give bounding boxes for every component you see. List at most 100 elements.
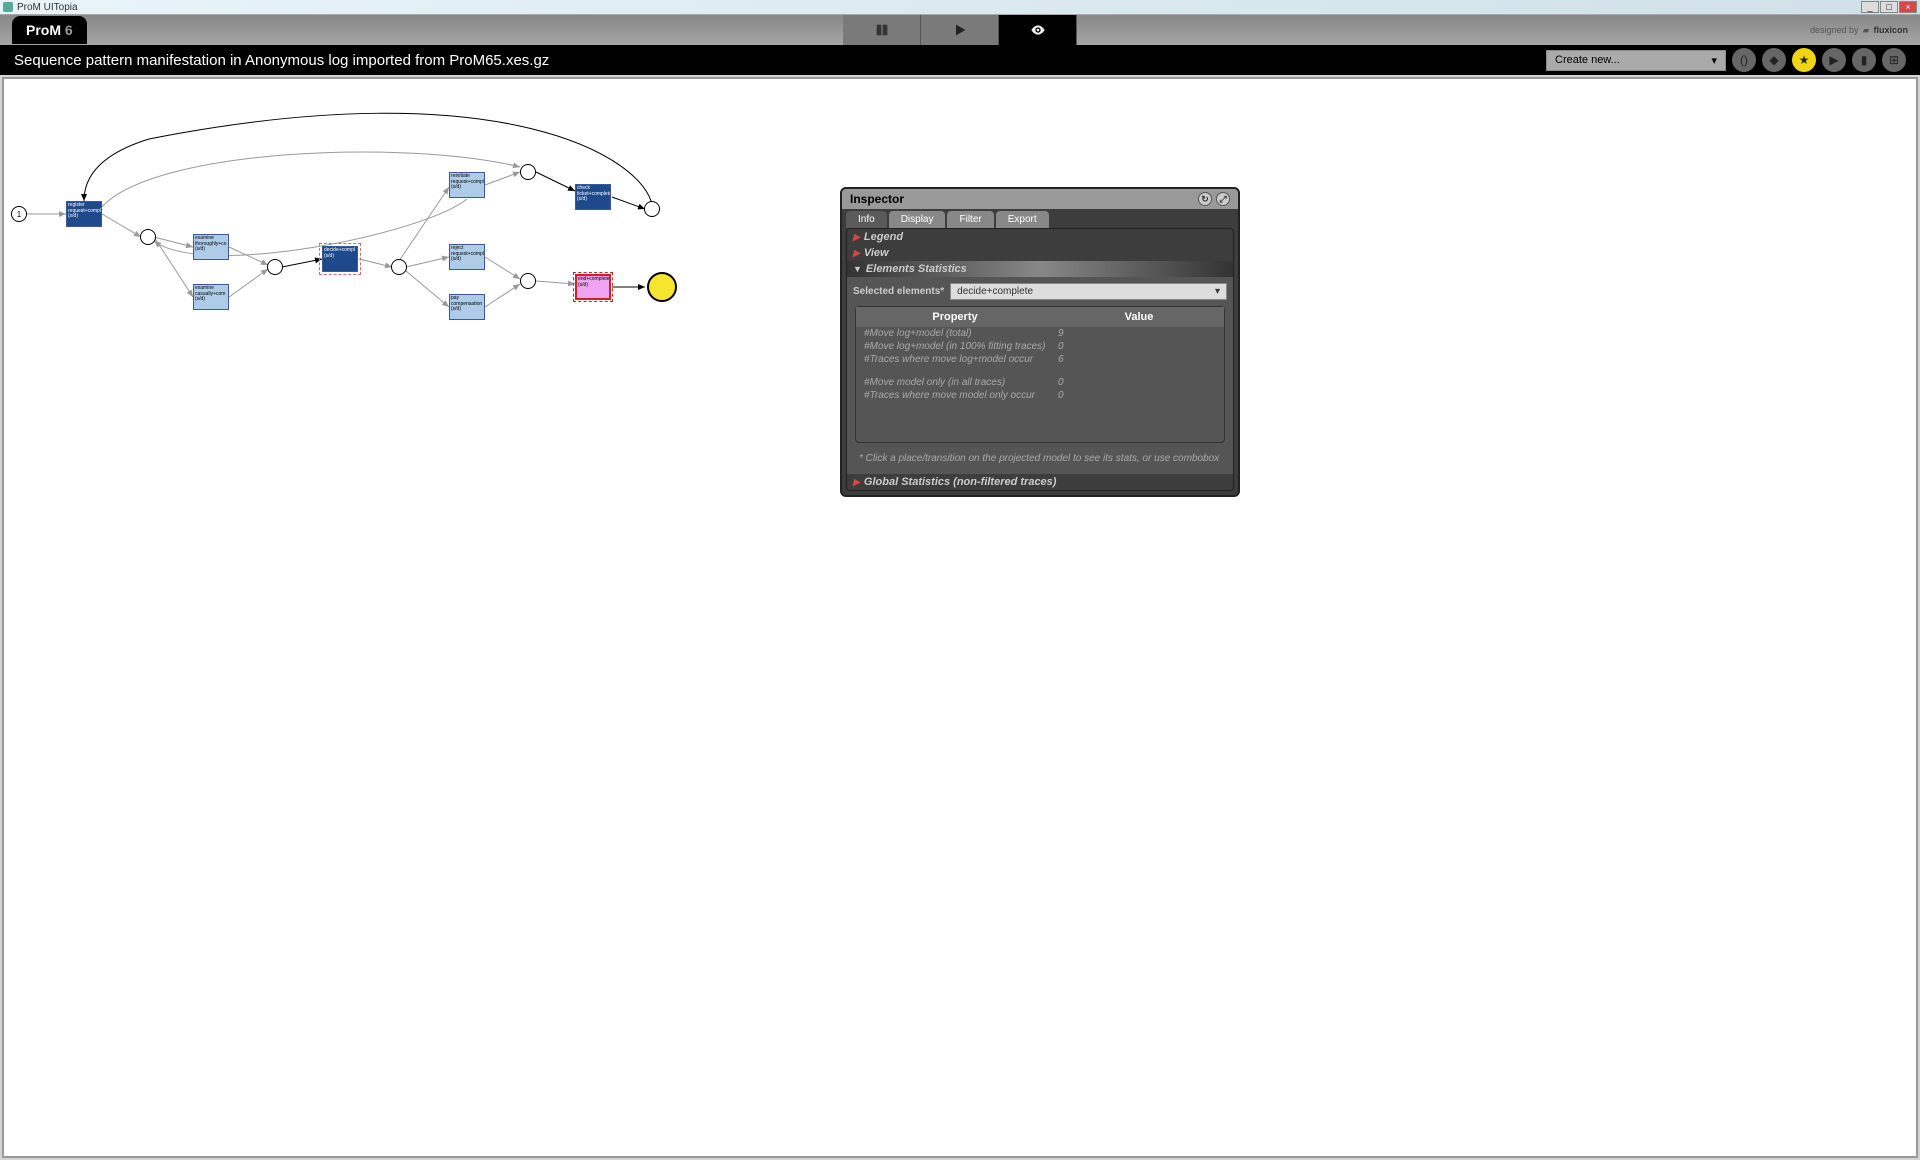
- view-tabs: [843, 15, 1077, 45]
- arrow-right-icon: ▶: [853, 232, 860, 243]
- view-label: View: [864, 247, 889, 259]
- inspector-title: Inspector: [850, 192, 904, 206]
- app-icon: [3, 2, 13, 12]
- minimize-button[interactable]: _: [1861, 1, 1879, 13]
- header-controls: Create new... ▾ () ◆ ★ ▶ ▮ ⊞: [1546, 48, 1906, 72]
- tab-display[interactable]: Display: [889, 211, 946, 228]
- prop-cell: #Traces where move model only occur: [860, 389, 1054, 402]
- place-p6[interactable]: [644, 201, 660, 217]
- transition-register[interactable]: register request+compl (s/d): [66, 201, 102, 227]
- place-p5[interactable]: [520, 273, 536, 289]
- eye-icon: [1027, 22, 1049, 38]
- place-p1[interactable]: [140, 229, 156, 245]
- chevron-down-icon: ▾: [1711, 54, 1717, 67]
- parentheses-icon[interactable]: (): [1732, 48, 1756, 72]
- create-new-label: Create new...: [1555, 54, 1620, 67]
- maximize-button[interactable]: □: [1880, 1, 1898, 13]
- val-cell: 6: [1054, 353, 1224, 366]
- prop-cell: #Traces where move log+model occur: [860, 353, 1054, 366]
- hint-text: * Click a place/transition on the projec…: [851, 447, 1229, 470]
- transition-decide[interactable]: decide+compl (s/d): [322, 246, 358, 272]
- acc-view: ▶ View: [847, 245, 1233, 261]
- inspector-tabs: Info Display Filter Export: [842, 209, 1238, 228]
- place-start[interactable]: 1: [11, 206, 27, 222]
- refresh-icon[interactable]: ↻: [1198, 192, 1212, 206]
- elem-stats-label: Elements Statistics: [866, 263, 967, 275]
- acc-header-legend[interactable]: ▶ Legend: [847, 229, 1233, 245]
- val-cell: 9: [1054, 327, 1224, 340]
- transition-reinitiate[interactable]: reinitiate request+compl (s/d): [449, 172, 485, 198]
- logo-version: 6: [65, 22, 73, 38]
- inspector-panel: Inspector ↻ ⤢ Info Display Filter Export…: [840, 187, 1240, 497]
- transition-pay[interactable]: pay compensation (s/d): [449, 294, 485, 320]
- star-icon[interactable]: ★: [1792, 48, 1816, 72]
- designed-by: designed by ▰ fluxicon: [1810, 25, 1908, 36]
- acc-header-view[interactable]: ▶ View: [847, 245, 1233, 261]
- window-controls: _ □ ×: [1861, 1, 1917, 13]
- tab-export[interactable]: Export: [996, 211, 1049, 228]
- table-row: #Traces where move log+model occur6: [856, 353, 1224, 366]
- acc-global-stats: ▶ Global Statistics (non-filtered traces…: [847, 474, 1233, 490]
- global-stats-label: Global Statistics (non-filtered traces): [864, 476, 1057, 488]
- prop-cell: #Move log+model (total): [860, 327, 1054, 340]
- legend-label: Legend: [864, 231, 903, 243]
- transition-end[interactable]: end+complete (s/d): [575, 274, 611, 300]
- col-value: Value: [1054, 307, 1224, 327]
- transition-check-ticket[interactable]: check ticket+complete (s/d): [575, 184, 611, 210]
- inspector-titlebar[interactable]: Inspector ↻ ⤢: [842, 189, 1238, 209]
- place-end[interactable]: [647, 272, 677, 302]
- place-p2[interactable]: [267, 259, 283, 275]
- transition-examine-casually[interactable]: examine casually+com (s/d): [193, 284, 229, 310]
- tab-views[interactable]: [999, 15, 1077, 45]
- acc-legend: ▶ Legend: [847, 229, 1233, 245]
- stats-table: Property Value #Move log+model (total)9 …: [855, 306, 1225, 443]
- page-title: Sequence pattern manifestation in Anonym…: [14, 52, 1546, 69]
- drop-icon[interactable]: ◆: [1762, 48, 1786, 72]
- play-icon: [949, 22, 971, 38]
- table-row: #Traces where move model only occur0: [856, 389, 1224, 402]
- transition-reject[interactable]: reject request+compl (s/d): [449, 244, 485, 270]
- app-title: ProM UITopia: [17, 2, 1861, 13]
- create-new-dropdown[interactable]: Create new... ▾: [1546, 50, 1726, 71]
- acc-header-elem-stats[interactable]: ▼ Elements Statistics: [847, 261, 1233, 277]
- fluxicon-label: fluxicon: [1873, 25, 1908, 35]
- selected-value: decide+complete: [957, 286, 1033, 297]
- selected-elements-dropdown[interactable]: decide+complete ▾: [950, 283, 1227, 300]
- token-count: 1: [17, 210, 21, 219]
- logo: ProM 6: [12, 16, 87, 44]
- acc-header-global-stats[interactable]: ▶ Global Statistics (non-filtered traces…: [847, 474, 1233, 490]
- table-row: #Move model only (in all traces)0: [856, 376, 1224, 389]
- designed-by-label: designed by: [1810, 25, 1859, 35]
- header-bar: Sequence pattern manifestation in Anonym…: [0, 45, 1920, 75]
- place-p4[interactable]: [520, 164, 536, 180]
- stats-head: Property Value: [856, 307, 1224, 327]
- inspector-title-icons: ↻ ⤢: [1198, 192, 1230, 206]
- tab-filter[interactable]: Filter: [947, 211, 993, 228]
- table-row: #Move log+model (total)9: [856, 327, 1224, 340]
- arrow-right-icon: ▶: [853, 248, 860, 259]
- os-titlebar: ProM UITopia _ □ ×: [0, 0, 1920, 15]
- arrow-right-icon: ▶: [853, 477, 860, 488]
- tab-info[interactable]: Info: [846, 211, 887, 228]
- chevron-down-icon: ▾: [1215, 286, 1220, 297]
- close-button[interactable]: ×: [1899, 1, 1917, 13]
- inspector-body: ▶ Legend ▶ View ▼ Elements Statistics Se…: [846, 228, 1234, 491]
- spacer: [856, 366, 1224, 376]
- prop-cell: #Move model only (in all traces): [860, 376, 1054, 389]
- val-cell: 0: [1054, 389, 1224, 402]
- spacer: [856, 402, 1224, 442]
- tab-actions[interactable]: [921, 15, 999, 45]
- selected-elements-label: Selected elements*: [853, 286, 944, 297]
- expand-icon[interactable]: ⤢: [1216, 192, 1230, 206]
- top-bar: ProM 6 designed by ▰ fluxicon: [0, 15, 1920, 45]
- val-cell: 0: [1054, 376, 1224, 389]
- val-cell: 0: [1054, 340, 1224, 353]
- arrow-down-icon: ▼: [853, 264, 862, 274]
- prop-cell: #Move log+model (in 100% fitting traces): [860, 340, 1054, 353]
- grid-icon[interactable]: ⊞: [1882, 48, 1906, 72]
- stack-icon[interactable]: ▮: [1852, 48, 1876, 72]
- place-p3[interactable]: [391, 259, 407, 275]
- tab-workspace[interactable]: [843, 15, 921, 45]
- transition-examine-thoroughly[interactable]: examine thoroughly+co (s/d): [193, 234, 229, 260]
- play-small-icon[interactable]: ▶: [1822, 48, 1846, 72]
